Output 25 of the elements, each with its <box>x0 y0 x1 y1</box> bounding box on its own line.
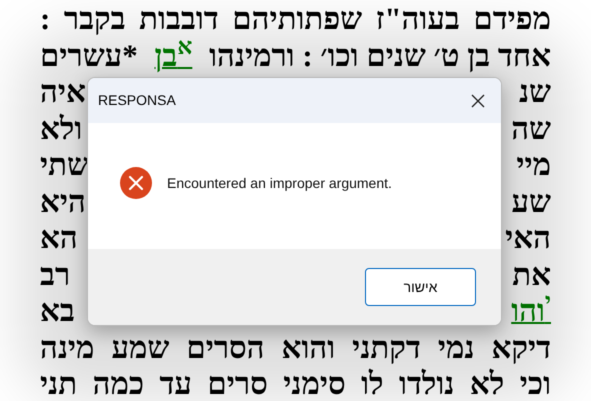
text-fragment: שתי <box>40 147 89 184</box>
text-fragment: האי <box>505 220 551 256</box>
text-fragment: הא <box>40 220 78 256</box>
text-fragment: שע <box>512 184 551 220</box>
text-fragment: שנ <box>518 74 551 110</box>
text-fragment: בא <box>40 293 75 330</box>
text-fragment: מיי <box>516 147 551 184</box>
error-icon <box>119 166 153 200</box>
close-icon <box>471 94 485 108</box>
ok-button[interactable]: אישור <box>365 268 476 306</box>
text-fragment: אחד בן ט׳ שנים וכו׳ : ורמינהו <box>208 38 551 74</box>
text-fragment: שה <box>511 110 551 147</box>
text-fragment: את <box>512 256 551 293</box>
text-fragment: ולא <box>40 110 82 147</box>
link[interactable]: $^{י}$והו <box>511 293 551 330</box>
window-title: RESPONSA <box>98 91 176 110</box>
text-fragment: היא <box>40 184 86 220</box>
text-line: וכי לא נולדו לו סימני סרים עד כמה תני <box>40 366 551 401</box>
text-fragment: *עשרים <box>40 38 139 74</box>
link[interactable]: $^{א}$בן <box>154 38 192 74</box>
text-line: דיקא נמי דקתני והוא הסרים שמע מינה <box>40 330 551 366</box>
text-fragment: איה <box>40 74 86 110</box>
text-fragment: רב <box>40 256 70 293</box>
text-line: מפידם בעוה"ז שפתותיהם דובבות בקבר : <box>40 1 551 38</box>
error-message: Encountered an improper argument. <box>167 174 392 193</box>
